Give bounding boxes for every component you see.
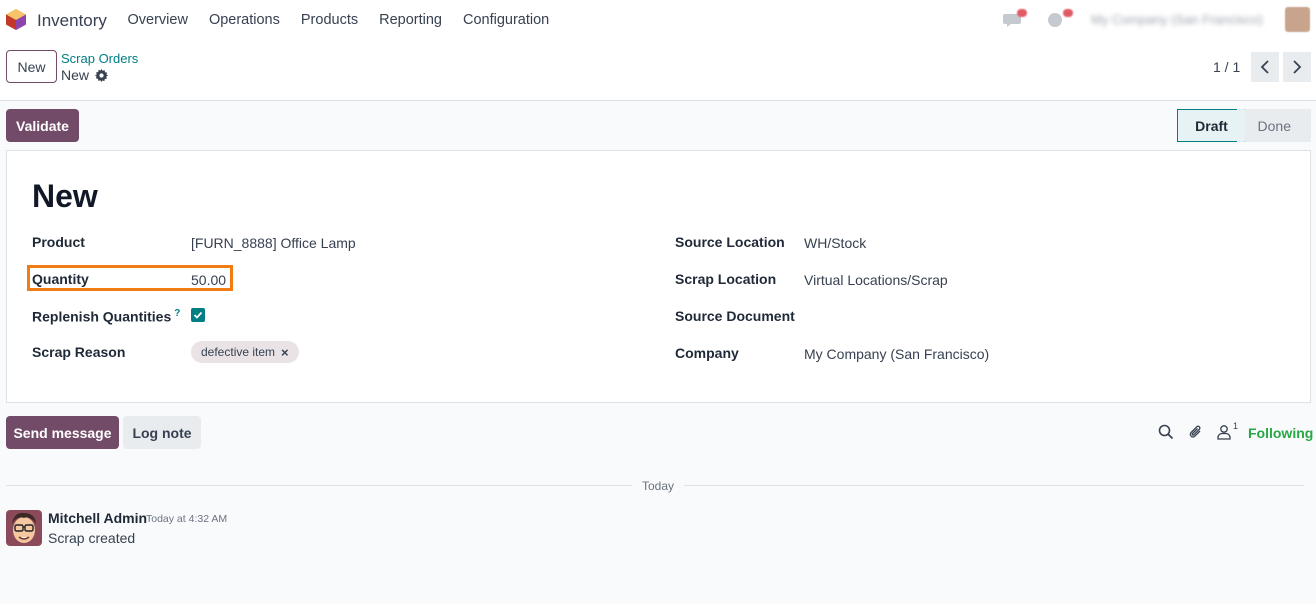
message-author[interactable]: Mitchell Admin	[48, 510, 147, 526]
product-field[interactable]: [FURN_8888] Office Lamp	[191, 235, 356, 251]
main-menu: Overview Operations Products Reporting C…	[117, 0, 560, 40]
following-button[interactable]: Following	[1248, 425, 1313, 441]
date-separator-line-right	[684, 485, 1304, 486]
pager-next-button[interactable]	[1283, 52, 1311, 82]
date-separator-line-left	[6, 485, 632, 486]
scrap-reason-label: Scrap Reason	[32, 344, 126, 360]
company-field[interactable]: My Company (San Francisco)	[804, 346, 989, 362]
inventory-app-icon[interactable]	[6, 9, 26, 30]
control-panel: New Scrap Orders New 1 / 1	[0, 40, 1316, 101]
pager-previous-button[interactable]	[1251, 52, 1279, 82]
menu-reporting[interactable]: Reporting	[369, 12, 453, 28]
source-document-label: Source Document	[675, 308, 795, 324]
source-location-label: Source Location	[675, 234, 785, 250]
chevron-left-icon	[1260, 60, 1269, 74]
validate-button[interactable]: Validate	[6, 109, 79, 142]
activity-badge	[1063, 9, 1073, 17]
follower-count: 1	[1233, 421, 1239, 431]
paperclip-icon[interactable]	[1188, 424, 1204, 440]
replenish-label-text: Replenish Quantities	[32, 308, 172, 325]
menu-operations[interactable]: Operations	[198, 12, 290, 28]
message-body: Scrap created	[48, 530, 136, 546]
followers-user-icon[interactable]	[1216, 424, 1232, 440]
company-switcher[interactable]: My Company (San Francisco)	[1091, 12, 1263, 27]
record-title[interactable]: New	[32, 178, 98, 215]
app-name[interactable]: Inventory	[37, 11, 107, 31]
stage-draft[interactable]: Draft	[1177, 109, 1245, 142]
top-navbar: Inventory Overview Operations Products R…	[0, 0, 1316, 40]
menu-overview[interactable]: Overview	[117, 12, 198, 28]
product-label: Product	[32, 234, 85, 250]
replenish-checkbox[interactable]	[191, 308, 205, 322]
scrap-location-field[interactable]: Virtual Locations/Scrap	[804, 272, 948, 288]
remove-tag-icon[interactable]: ×	[281, 345, 289, 360]
gear-icon[interactable]	[95, 69, 108, 82]
help-tooltip-icon[interactable]: ?	[174, 308, 180, 319]
send-message-button[interactable]: Send message	[6, 416, 119, 449]
source-document-field[interactable]	[804, 309, 1104, 327]
user-avatar[interactable]	[1285, 7, 1310, 32]
pager-value[interactable]: 1 / 1	[1213, 59, 1240, 75]
chevron-right-icon	[1293, 60, 1302, 74]
message-date: Today at 4:32 AM	[146, 513, 228, 525]
breadcrumb-current: New	[61, 67, 90, 83]
scrap-reason-tag[interactable]: defective item ×	[191, 341, 299, 363]
date-separator: Today	[642, 479, 675, 493]
breadcrumb-scrap-orders[interactable]: Scrap Orders	[61, 51, 138, 66]
company-label: Company	[675, 345, 739, 361]
check-icon	[193, 311, 203, 319]
quantity-label: Quantity	[32, 271, 89, 287]
stage-done[interactable]: Done	[1245, 109, 1311, 142]
form-sheet: New Product [FURN_8888] Office Lamp Quan…	[6, 150, 1311, 403]
new-button[interactable]: New	[6, 50, 57, 83]
chat-badge	[1017, 9, 1027, 17]
author-avatar[interactable]	[6, 510, 42, 546]
search-icon[interactable]	[1158, 424, 1174, 440]
scrap-location-label: Scrap Location	[675, 271, 777, 287]
scrap-reason-tag-label: defective item	[201, 345, 276, 359]
menu-configuration[interactable]: Configuration	[452, 12, 559, 28]
replenish-label: Replenish Quantities?	[32, 308, 180, 325]
source-location-field[interactable]: WH/Stock	[804, 235, 866, 251]
quantity-field[interactable]: 50.00	[191, 272, 226, 288]
log-note-button[interactable]: Log note	[123, 416, 201, 449]
menu-products[interactable]: Products	[290, 12, 368, 28]
